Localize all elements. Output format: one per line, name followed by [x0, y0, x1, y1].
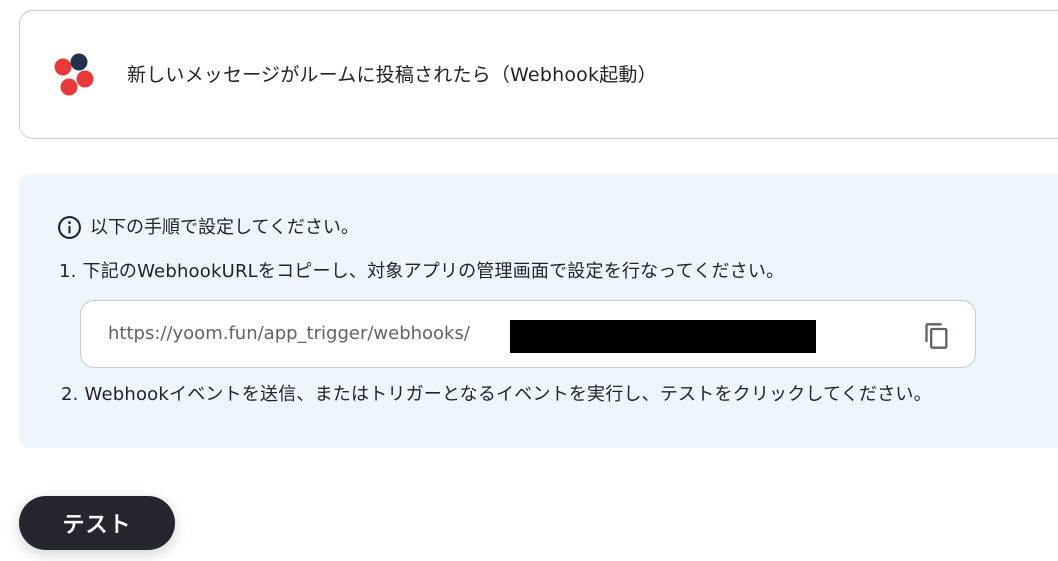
trigger-title: 新しいメッセージがルームに投稿されたら（Webhook起動） — [127, 64, 657, 86]
trigger-card[interactable]: 新しいメッセージがルームに投稿されたら（Webhook起動） — [19, 10, 1058, 139]
instructions-heading: 以下の手順で設定してください。 — [57, 215, 359, 240]
test-button[interactable]: テスト — [19, 496, 175, 550]
chatwork-logo-icon — [54, 53, 94, 96]
step-2-text: 2. Webhookイベントを送信、またはトリガーとなるイベントを実行し、テスト… — [61, 384, 932, 405]
instructions-panel: 以下の手順で設定してください。 1. 下記のWebhookURLをコピーし、対象… — [19, 174, 1058, 448]
copy-button[interactable] — [919, 318, 955, 354]
copy-icon — [925, 323, 948, 349]
webhook-url-field[interactable]: https://yoom.fun/app_trigger/webhooks/ — [80, 300, 976, 368]
instructions-heading-text: 以下の手順で設定してください。 — [90, 216, 359, 238]
webhook-url-text[interactable]: https://yoom.fun/app_trigger/webhooks/ — [108, 322, 470, 346]
info-circle-icon — [58, 216, 81, 239]
redacted-token — [510, 320, 816, 353]
step-1-text: 1. 下記のWebhookURLをコピーし、対象アプリの管理画面で設定を行なって… — [59, 261, 785, 282]
